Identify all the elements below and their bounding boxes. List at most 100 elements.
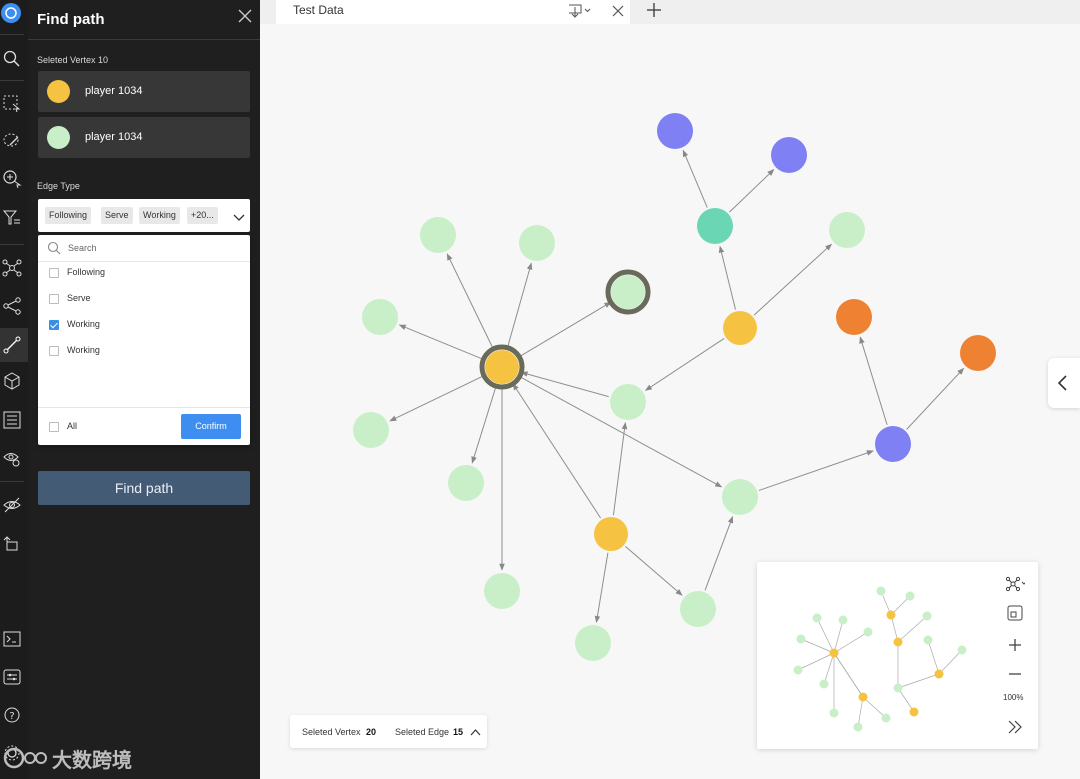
graph-node[interactable]	[829, 212, 865, 248]
graph-edge[interactable]	[729, 169, 775, 213]
graph-edge[interactable]	[644, 338, 725, 391]
tab-test-data[interactable]: Test Data	[276, 0, 630, 24]
graph-edge[interactable]	[518, 301, 612, 358]
chevron-down-icon[interactable]	[233, 210, 245, 228]
dropdown-search-placeholder: Search	[68, 243, 97, 253]
find-path-button[interactable]: Find path	[38, 471, 250, 505]
selected-vertex-label: Seleted Vertex 10	[37, 55, 109, 65]
graph-node[interactable]	[722, 479, 758, 515]
graph-node[interactable]	[657, 113, 693, 149]
minimap-node	[893, 637, 903, 647]
checkbox[interactable]	[49, 268, 59, 278]
fit-view-icon[interactable]	[1005, 603, 1025, 623]
minimap-graph[interactable]	[757, 562, 997, 749]
graph-node[interactable]	[362, 299, 398, 335]
edge-type-select[interactable]: Following Serve Working +20...	[38, 199, 250, 232]
graph-node[interactable]	[484, 573, 520, 609]
add-tab-icon[interactable]	[646, 2, 662, 23]
minimap-node	[881, 713, 891, 723]
checkbox[interactable]	[49, 294, 59, 304]
graph-node[interactable]	[960, 335, 996, 371]
hide-icon[interactable]	[0, 493, 24, 519]
graph-edge[interactable]	[682, 149, 708, 208]
list-icon[interactable]	[0, 407, 24, 433]
graph-node[interactable]	[723, 311, 757, 345]
explore-icon[interactable]	[0, 166, 24, 192]
edge-tag: +20...	[187, 207, 218, 224]
graph-edge[interactable]	[512, 383, 602, 519]
minimap-edge	[862, 696, 887, 719]
lasso-icon[interactable]	[0, 128, 24, 154]
graph-node[interactable]	[697, 208, 733, 244]
graph-node[interactable]	[448, 465, 484, 501]
selected-vertex-count: 20	[366, 727, 377, 737]
minimap-edge	[833, 652, 864, 698]
graph-node[interactable]	[594, 517, 628, 551]
select-box-icon[interactable]	[0, 91, 24, 117]
checkbox-checked[interactable]	[49, 320, 59, 330]
graph-node[interactable]	[771, 137, 807, 173]
chevron-up-icon[interactable]	[470, 728, 481, 736]
checkbox[interactable]	[49, 346, 59, 356]
graph-edge[interactable]	[906, 367, 965, 430]
vertex-card[interactable]: player 1034	[38, 117, 250, 158]
filter-icon[interactable]	[0, 205, 24, 231]
settings-list-icon[interactable]	[0, 664, 24, 690]
graph-node[interactable]	[875, 426, 911, 462]
minimap-node	[819, 679, 829, 689]
graph-node[interactable]	[611, 275, 645, 309]
path-icon[interactable]	[0, 332, 24, 358]
share-icon[interactable]	[0, 293, 24, 319]
graph-node[interactable]	[575, 625, 611, 661]
minimap-node	[793, 665, 803, 675]
graph-edge[interactable]	[718, 245, 736, 310]
graph-edge[interactable]	[859, 336, 888, 426]
graph-edge[interactable]	[471, 384, 497, 464]
graph-node[interactable]	[353, 412, 389, 448]
minimap-edge	[927, 639, 940, 675]
close-tab-icon[interactable]	[612, 4, 624, 22]
graph-edge[interactable]	[753, 243, 833, 316]
graph-edge[interactable]	[625, 546, 683, 596]
zoom-in-icon[interactable]	[1005, 635, 1025, 655]
graph-edge[interactable]	[594, 552, 609, 623]
download-icon[interactable]	[566, 2, 592, 25]
graph-edge[interactable]	[704, 516, 734, 591]
close-icon[interactable]	[238, 9, 252, 23]
graph-edge[interactable]	[398, 324, 485, 361]
search-icon[interactable]	[0, 46, 24, 72]
graph-edge[interactable]	[506, 262, 533, 349]
graph-node[interactable]	[420, 217, 456, 253]
vertex-label: player 1034	[85, 131, 143, 143]
terminal-icon[interactable]	[0, 626, 24, 652]
graph-edge[interactable]	[758, 450, 874, 491]
graph-node[interactable]	[610, 384, 646, 420]
cube-icon[interactable]	[0, 368, 24, 394]
graph-edge[interactable]	[612, 422, 628, 516]
help-icon[interactable]: ?	[0, 702, 24, 728]
graph-node[interactable]	[485, 350, 519, 384]
double-chevron-right-icon[interactable]	[1005, 717, 1025, 737]
graph-node[interactable]	[836, 299, 872, 335]
graph-node[interactable]	[680, 591, 716, 627]
minimap-edge	[897, 615, 928, 643]
confirm-button[interactable]: Confirm	[181, 414, 241, 439]
zoom-out-icon[interactable]	[1005, 664, 1025, 684]
graph-node[interactable]	[519, 225, 555, 261]
graph-edge[interactable]	[446, 253, 495, 351]
dropdown-search[interactable]: Search	[38, 235, 250, 262]
expand-panel-button[interactable]	[1048, 358, 1080, 408]
layout-icon[interactable]	[1005, 574, 1025, 594]
eye-search-icon[interactable]	[0, 446, 24, 472]
svg-text:?: ?	[9, 711, 14, 722]
network-icon[interactable]	[0, 255, 24, 281]
undo-icon[interactable]	[0, 531, 24, 557]
option-label: Working	[67, 319, 100, 329]
vertex-color-dot	[47, 80, 70, 103]
minimap-node	[829, 648, 839, 658]
vertex-color-dot	[47, 126, 70, 149]
checkbox[interactable]	[49, 422, 59, 432]
vertex-card[interactable]: player 1034	[38, 71, 250, 112]
minimap-node	[876, 586, 886, 596]
graph-edge[interactable]	[389, 374, 486, 422]
